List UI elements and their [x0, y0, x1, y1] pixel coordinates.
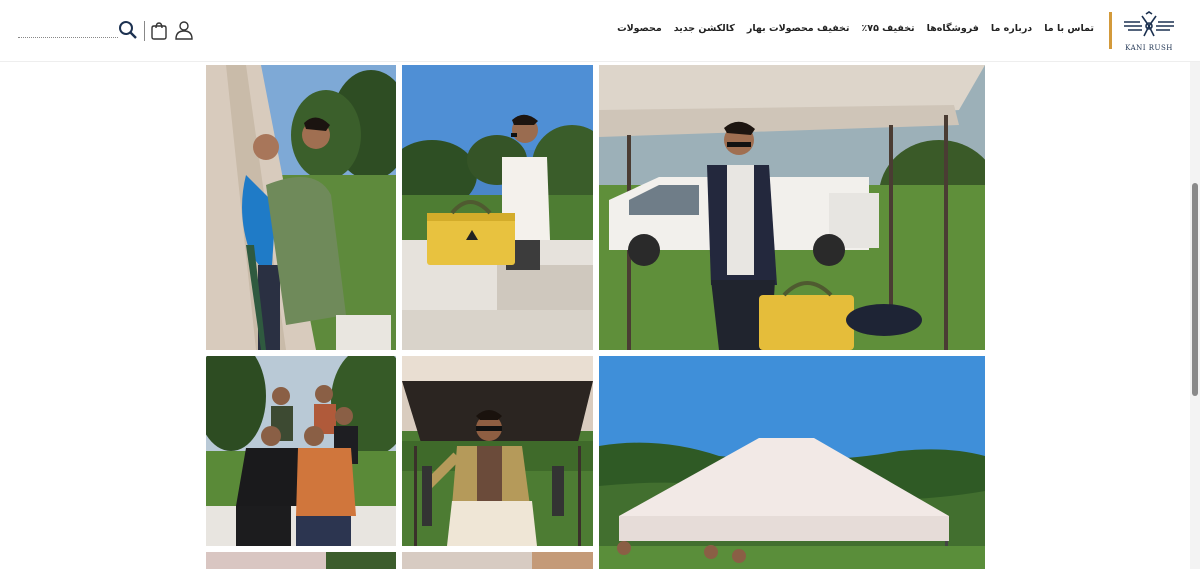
shopping-bag-icon[interactable] [149, 21, 169, 41]
nav-contact[interactable]: تماس با ما [1044, 23, 1094, 34]
gallery-photo[interactable] [599, 356, 985, 569]
brand-logo[interactable]: KANI RUSH [1120, 10, 1178, 52]
brand-logo-mark [1124, 11, 1174, 37]
search-input[interactable] [18, 37, 118, 38]
icon-separator [144, 21, 145, 41]
gallery-photo[interactable] [402, 65, 593, 350]
photo-touring-canopy [599, 65, 985, 350]
header-actions [18, 18, 198, 44]
main-nav: محصولات کالکشن جدید تخفیف محصولات بهار ت… [617, 23, 1094, 34]
nav-stores[interactable]: فروشگاه‌ها [927, 23, 979, 34]
photo-partial-2 [402, 552, 593, 569]
nav-spring-discount[interactable]: تخفیف محصولات بهار [747, 23, 850, 34]
photo-crouching-man [402, 356, 593, 546]
gallery-photo[interactable] [206, 552, 396, 569]
photo-partial-1 [206, 552, 396, 569]
gallery-photo[interactable] [402, 356, 593, 546]
nav-about[interactable]: درباره ما [991, 23, 1032, 34]
photo-gallery [0, 62, 1200, 569]
brand-name: KANI RUSH [1125, 44, 1173, 52]
nav-75-discount[interactable]: تخفیف ۷۵٪ [861, 23, 914, 34]
photo-tent-pitching [206, 65, 396, 350]
accent-divider [1109, 12, 1112, 49]
nav-new-collection[interactable]: کالکشن جدید [674, 23, 735, 34]
gallery-photo[interactable] [599, 65, 985, 350]
search-icon[interactable] [118, 20, 138, 40]
scrollbar-thumb[interactable] [1192, 183, 1198, 396]
photo-yellow-bag [402, 65, 593, 350]
photo-group-truck [206, 356, 396, 546]
gallery-photo[interactable] [402, 552, 593, 569]
site-header: KANI RUSH محصولات کالکشن جدید تخفیف محصو… [0, 0, 1200, 62]
gallery-photo[interactable] [206, 65, 396, 350]
user-icon[interactable] [174, 20, 194, 40]
nav-products[interactable]: محصولات [617, 23, 662, 34]
gallery-photo[interactable] [206, 356, 396, 546]
photo-white-canopy [599, 356, 985, 569]
